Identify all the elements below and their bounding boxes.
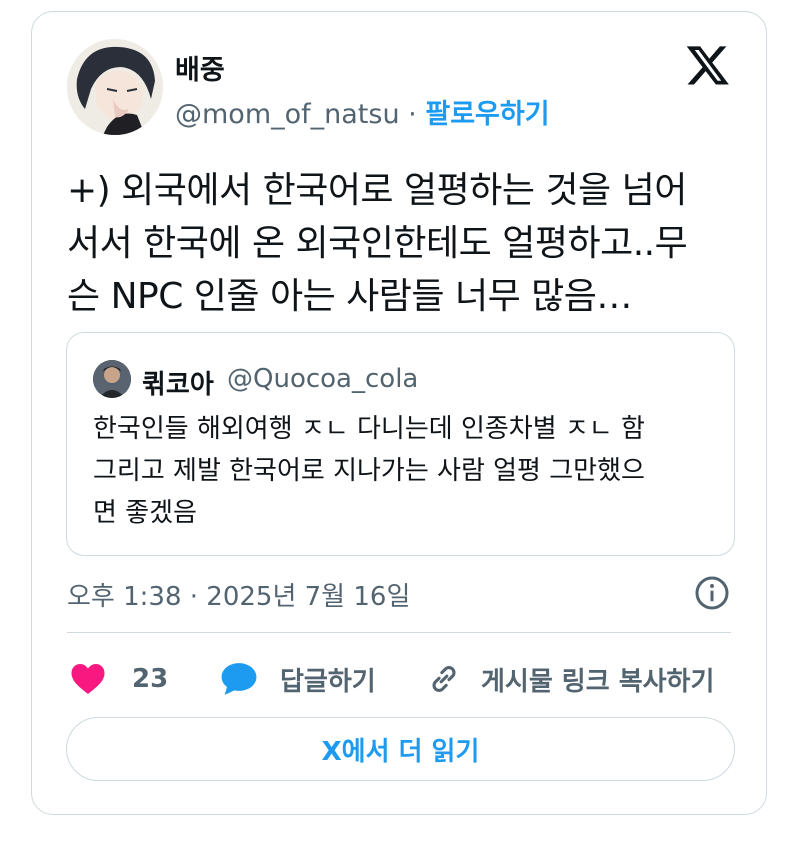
author-handle[interactable]: @mom_of_natsu [175, 99, 400, 130]
quoted-author-handle: @Quocoa_cola [227, 364, 419, 394]
quoted-text-line: 한국인들 해외여행 ㅈㄴ 다니는데 인종차별 ㅈㄴ 함 [93, 414, 645, 444]
tweet-embed-card: 배중 @mom_of_natsu · 팔로우하기 +) 외국에서 한국어로 얼평… [31, 11, 767, 815]
tweet-text-line: 서서 한국에 온 외국인한테도 얼평하고..무 [67, 223, 688, 264]
quoted-tweet-text: 한국인들 해외여행 ㅈㄴ 다니는데 인종차별 ㅈㄴ 함 그리고 제발 한국어로 … [93, 408, 713, 534]
copy-link-button[interactable]: 게시물 링크 복사하기 [427, 657, 714, 701]
tweet-timestamp[interactable]: 오후 1:38 · 2025년 7월 16일 [67, 576, 410, 613]
follow-button[interactable]: 팔로우하기 [425, 99, 549, 130]
author-avatar-image [67, 39, 163, 135]
like-button[interactable]: 23 [70, 657, 168, 701]
reply-bubble-icon [221, 663, 257, 695]
handle-separator: · [408, 99, 417, 130]
quoted-tweet[interactable]: 퀶코아 @Quocoa_cola 한국인들 해외여행 ㅈㄴ 다니는데 인종차별 … [66, 332, 735, 556]
read-more-button[interactable]: X에서 더 읽기 [66, 717, 735, 781]
x-logo-icon[interactable] [685, 42, 731, 88]
quoted-text-line: 면 좋겠음 [93, 498, 197, 528]
heart-icon [71, 664, 105, 694]
author-avatar[interactable] [67, 39, 163, 135]
copy-link-label: 게시물 링크 복사하기 [481, 666, 715, 697]
quoted-author-avatar [93, 360, 131, 398]
info-icon[interactable] [694, 575, 730, 611]
tweet-text: +) 외국에서 한국어로 얼평하는 것을 넘어 서서 한국에 온 외국인한테도 … [67, 164, 747, 323]
reply-button[interactable]: 답글하기 [220, 657, 376, 701]
reply-label: 답글하기 [280, 666, 376, 697]
tweet-text-line: +) 외국에서 한국어로 얼평하는 것을 넘어 [67, 170, 687, 211]
author-display-name[interactable]: 배중 [175, 48, 225, 87]
divider [67, 632, 731, 633]
author-handle-row: @mom_of_natsu · 팔로우하기 [175, 92, 550, 131]
quoted-text-line: 그리고 제발 한국어로 지나가는 사람 얼평 그만했으 [93, 456, 645, 486]
quoted-author-display-name: 퀶코아 [142, 370, 214, 400]
link-icon [432, 666, 456, 692]
like-count: 23 [132, 664, 169, 694]
tweet-text-line: 슨 NPC 인줄 아는 사람들 너무 많음… [67, 276, 632, 317]
